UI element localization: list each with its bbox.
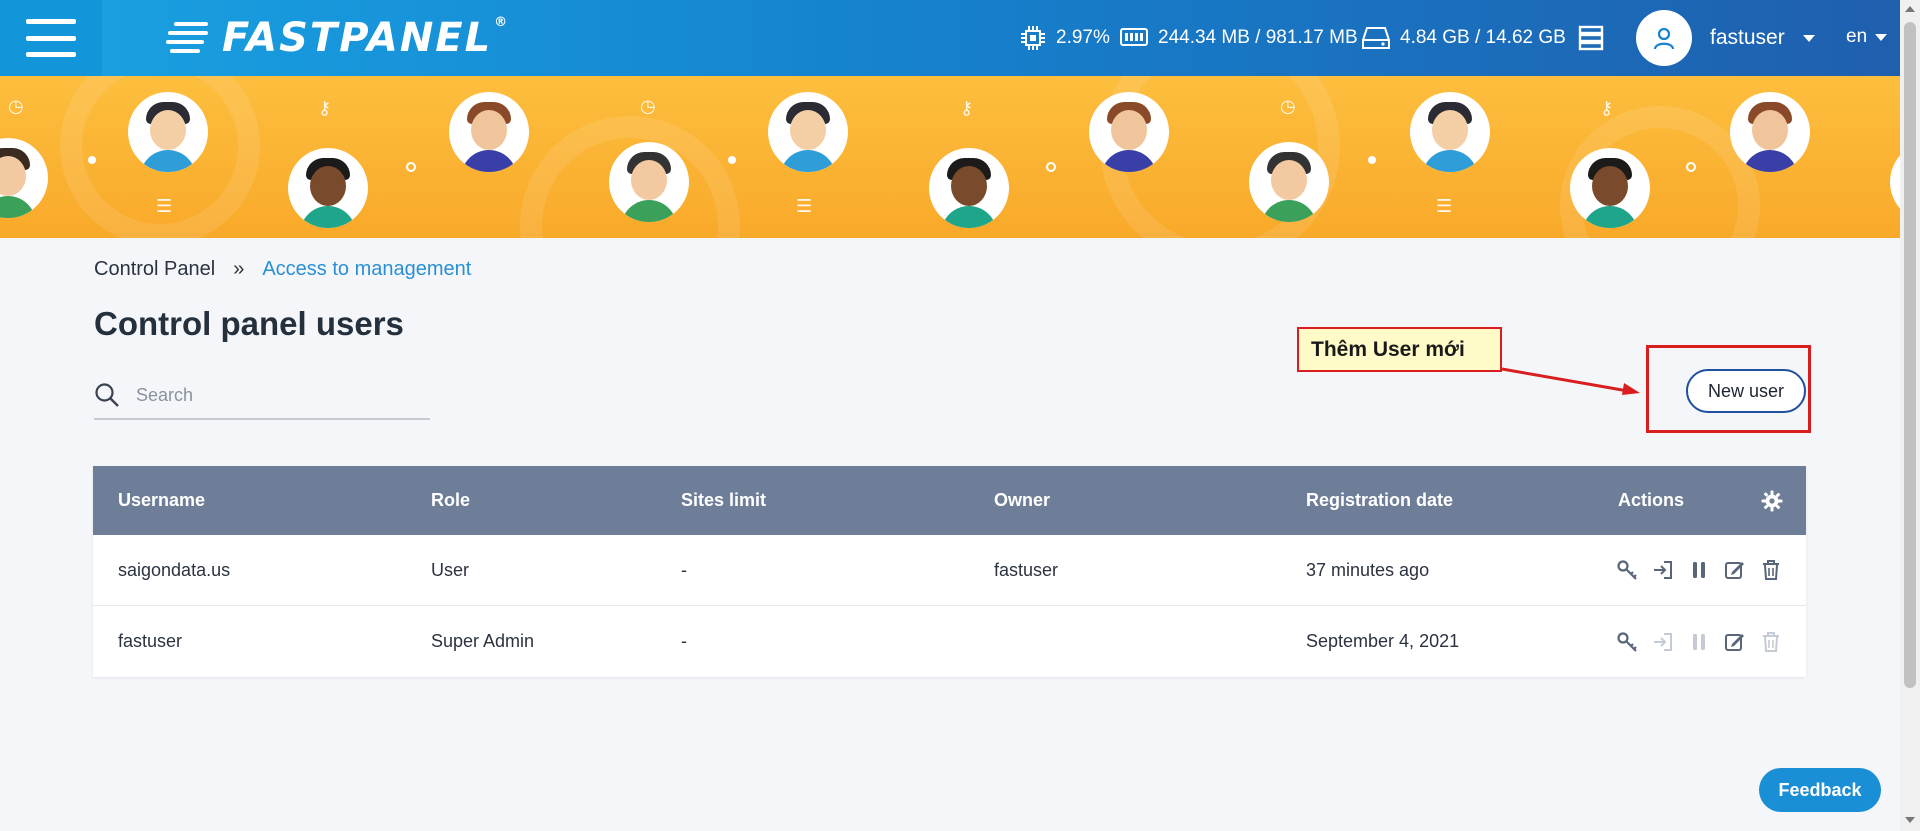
avatar-illustration bbox=[128, 92, 208, 172]
avatar-illustration bbox=[0, 138, 48, 218]
column-header-actions: Actions bbox=[1618, 490, 1685, 510]
login-icon[interactable] bbox=[1652, 559, 1674, 581]
cell-sites-limit: - bbox=[681, 631, 687, 651]
disk-value: 4.84 GB / 14.62 GB bbox=[1400, 27, 1566, 48]
ram-stat: 244.34 MB / 981.17 MB bbox=[1120, 27, 1358, 49]
user-icon bbox=[1653, 27, 1675, 50]
avatar-illustration bbox=[1410, 92, 1490, 172]
column-header-username[interactable]: Username bbox=[118, 490, 205, 511]
search-box bbox=[94, 372, 430, 420]
clock-icon: ◷ bbox=[8, 96, 24, 116]
avatar-illustration bbox=[1570, 148, 1650, 228]
avatar-illustration bbox=[1249, 142, 1329, 222]
scroll-up-icon[interactable] bbox=[1905, 6, 1915, 12]
cpu-icon bbox=[1021, 26, 1045, 50]
cpu-stat: 2.97% bbox=[1020, 25, 1110, 51]
avatar-illustration bbox=[768, 92, 848, 172]
table-header: Username Role Sites limit Owner Registra… bbox=[93, 466, 1806, 535]
cell-sites-limit: - bbox=[681, 559, 687, 580]
avatar-illustration bbox=[609, 142, 689, 222]
breadcrumb: Control Panel » Access to management bbox=[94, 258, 471, 281]
edit-icon[interactable] bbox=[1724, 559, 1746, 581]
chevron-down-icon bbox=[1875, 33, 1888, 41]
menu-icon bbox=[26, 19, 76, 57]
users-table: Username Role Sites limit Owner Registra… bbox=[93, 466, 1806, 677]
cell-username: saigondata.us bbox=[118, 559, 231, 580]
server-icon[interactable] bbox=[1578, 25, 1604, 51]
pause-icon bbox=[1688, 631, 1710, 653]
trash-icon[interactable] bbox=[1760, 559, 1782, 581]
logo-mark-icon bbox=[166, 20, 210, 56]
key-icon: ⚷ bbox=[318, 98, 332, 118]
table-row: fastuser Super Admin - September 4, 2021 bbox=[93, 606, 1806, 677]
trash-icon bbox=[1760, 631, 1782, 653]
key-icon[interactable] bbox=[1616, 559, 1638, 581]
gear-icon[interactable] bbox=[1761, 490, 1783, 512]
chevron-down-icon bbox=[1802, 34, 1815, 42]
cell-username: fastuser bbox=[118, 631, 183, 651]
avatar-illustration bbox=[1890, 142, 1900, 222]
feedback-button[interactable]: Feedback bbox=[1759, 768, 1881, 812]
breadcrumb-root[interactable]: Control Panel bbox=[94, 258, 215, 281]
edit-icon[interactable] bbox=[1724, 631, 1746, 653]
scroll-down-icon[interactable] bbox=[1905, 817, 1915, 823]
cell-owner: fastuser bbox=[994, 559, 1059, 580]
user-name: fastuser bbox=[1710, 26, 1785, 49]
avatar bbox=[1636, 10, 1692, 66]
column-header-registration-date[interactable]: Registration date bbox=[1306, 490, 1453, 511]
language-selector[interactable]: en bbox=[1846, 26, 1888, 48]
ram-value: 244.34 MB / 981.17 MB bbox=[1158, 27, 1358, 48]
cell-registration-date: September 4, 2021 bbox=[1306, 631, 1460, 651]
clock-icon: ◷ bbox=[1280, 96, 1296, 116]
clock-icon: ◷ bbox=[640, 96, 656, 116]
cell-role: Super Admin bbox=[431, 631, 535, 651]
decorative-banner: ◷ ⚷ ◷ ⚷ ◷ ⚷ ☰ ☰ ☰ bbox=[0, 76, 1900, 238]
avatar-illustration bbox=[449, 92, 529, 172]
user-menu[interactable]: fastuser bbox=[1636, 10, 1815, 66]
new-user-button[interactable]: New user bbox=[1686, 369, 1806, 413]
scrollbar-thumb[interactable] bbox=[1904, 22, 1916, 688]
avatar-illustration bbox=[929, 148, 1009, 228]
avatar-illustration bbox=[1089, 92, 1169, 172]
ram-icon bbox=[1120, 28, 1148, 46]
cell-role: User bbox=[431, 559, 470, 580]
pause-icon[interactable] bbox=[1688, 559, 1710, 581]
disk-icon bbox=[1362, 27, 1390, 49]
avatar-illustration bbox=[288, 148, 368, 228]
key-icon[interactable] bbox=[1616, 631, 1638, 653]
column-header-role[interactable]: Role bbox=[431, 490, 470, 511]
language-value: en bbox=[1846, 26, 1868, 47]
page-scrollbar[interactable] bbox=[1900, 0, 1920, 831]
column-header-sites-limit[interactable]: Sites limit bbox=[681, 490, 766, 511]
column-header-owner[interactable]: Owner bbox=[994, 490, 1050, 511]
key-icon: ⚷ bbox=[1600, 98, 1614, 118]
logo-text: FASTPANEL ® bbox=[222, 15, 510, 61]
menu-button[interactable] bbox=[0, 0, 102, 76]
cell-registration-date: 37 minutes ago bbox=[1306, 559, 1430, 580]
table-row: saigondata.us User - fastuser 37 minutes… bbox=[93, 535, 1806, 606]
login-icon bbox=[1652, 631, 1674, 653]
sliders-icon: ☰ bbox=[796, 196, 813, 216]
search-input[interactable] bbox=[136, 384, 396, 406]
row-actions bbox=[1616, 631, 1782, 653]
sliders-icon: ☰ bbox=[156, 196, 173, 216]
avatar-illustration bbox=[1730, 92, 1810, 172]
key-icon: ⚷ bbox=[960, 98, 974, 118]
annotation-callout: Thêm User mới bbox=[1297, 327, 1502, 372]
disk-stat: 4.84 GB / 14.62 GB bbox=[1362, 25, 1566, 51]
top-bar: FASTPANEL ® 2.97% 244.34 MB / 981.17 MB 4… bbox=[0, 0, 1900, 76]
cpu-value: 2.97% bbox=[1056, 27, 1110, 48]
search-icon bbox=[95, 383, 119, 407]
annotation-arrow bbox=[1501, 367, 1640, 395]
row-actions bbox=[1616, 559, 1782, 581]
sliders-icon: ☰ bbox=[1436, 196, 1453, 216]
logo[interactable]: FASTPANEL ® bbox=[166, 14, 509, 62]
breadcrumb-separator: » bbox=[233, 258, 245, 280]
page-title: Control panel users bbox=[94, 305, 404, 342]
breadcrumb-current[interactable]: Access to management bbox=[262, 258, 471, 281]
